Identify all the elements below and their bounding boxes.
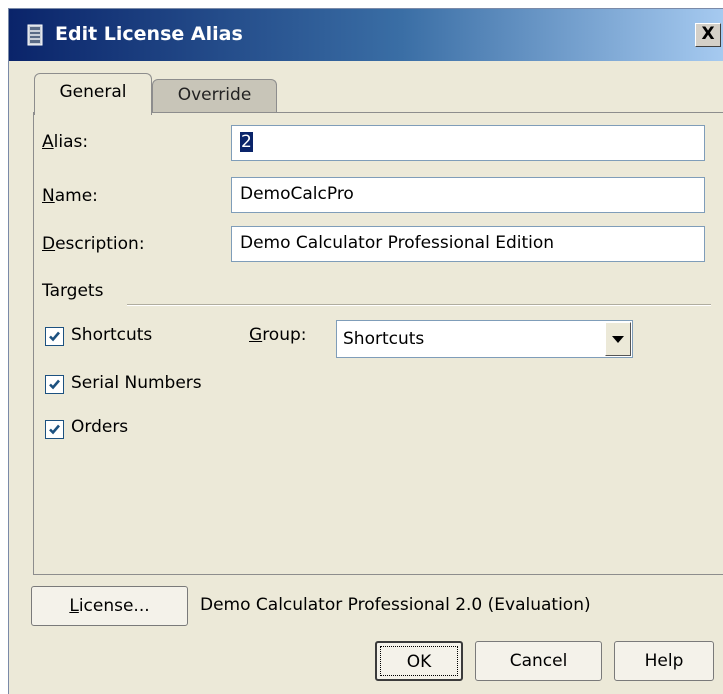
group-dropdown-button[interactable] xyxy=(605,322,631,356)
alias-label: Alias: xyxy=(42,132,88,152)
cancel-button-label: Cancel xyxy=(509,651,568,671)
checkmark-icon xyxy=(49,331,60,342)
checkmark-icon xyxy=(49,379,60,390)
focus-ring xyxy=(380,646,458,676)
help-button-label: Help xyxy=(644,651,684,671)
name-label: Name: xyxy=(42,186,98,206)
serial-numbers-checkbox[interactable] xyxy=(45,375,64,394)
dialog-title: Edit License Alias xyxy=(55,23,243,45)
close-icon: X xyxy=(701,24,715,44)
description-label: Description: xyxy=(42,234,145,254)
license-button-mnemonic: L xyxy=(69,596,79,616)
close-button[interactable]: X xyxy=(695,23,721,47)
group-select[interactable]: Shortcuts xyxy=(336,320,633,358)
name-label-mnemonic: N xyxy=(42,186,55,206)
tab-override[interactable]: Override xyxy=(152,79,277,113)
chevron-down-icon xyxy=(612,336,624,343)
name-label-rest: ame: xyxy=(54,186,98,206)
group-label-mnemonic: G xyxy=(249,325,263,345)
group-label-rest: roup: xyxy=(262,325,307,345)
shortcuts-checkbox[interactable] xyxy=(45,327,64,346)
checkmark-icon xyxy=(49,424,60,435)
alias-label-rest: lias: xyxy=(53,132,89,152)
description-label-mnemonic: D xyxy=(42,234,56,254)
name-input[interactable]: DemoCalcPro xyxy=(231,177,705,213)
serial-numbers-label[interactable]: Serial Numbers xyxy=(71,373,202,393)
edit-license-alias-dialog: Edit License Alias X General Override Al… xyxy=(8,8,723,694)
license-button[interactable]: License... xyxy=(31,586,188,626)
license-product-text: Demo Calculator Professional 2.0 (Evalua… xyxy=(200,595,591,615)
shortcuts-label[interactable]: Shortcuts xyxy=(71,325,152,345)
name-value: DemoCalcPro xyxy=(240,184,354,204)
cancel-button[interactable]: Cancel xyxy=(475,641,602,681)
alias-value: 2 xyxy=(240,132,253,152)
description-value: Demo Calculator Professional Edition xyxy=(240,233,555,253)
license-tower-icon xyxy=(26,24,44,46)
description-label-rest: escription: xyxy=(55,234,145,254)
group-select-value: Shortcuts xyxy=(343,329,425,349)
group-label: Group: xyxy=(249,325,307,345)
description-input[interactable]: Demo Calculator Professional Edition xyxy=(231,226,705,262)
targets-divider xyxy=(127,304,711,306)
tab-override-label: Override xyxy=(177,85,252,105)
title-bar[interactable]: Edit License Alias X xyxy=(9,9,723,61)
orders-label[interactable]: Orders xyxy=(71,417,128,437)
tab-general[interactable]: General xyxy=(34,73,152,115)
orders-checkbox[interactable] xyxy=(45,420,64,439)
alias-label-mnemonic: A xyxy=(42,132,54,152)
targets-section-label: Targets xyxy=(42,281,104,301)
ok-button[interactable]: OK xyxy=(375,641,463,681)
tab-general-label: General xyxy=(59,82,127,102)
alias-input[interactable]: 2 xyxy=(231,125,705,161)
license-button-rest: icense... xyxy=(78,596,150,616)
help-button[interactable]: Help xyxy=(614,641,714,681)
